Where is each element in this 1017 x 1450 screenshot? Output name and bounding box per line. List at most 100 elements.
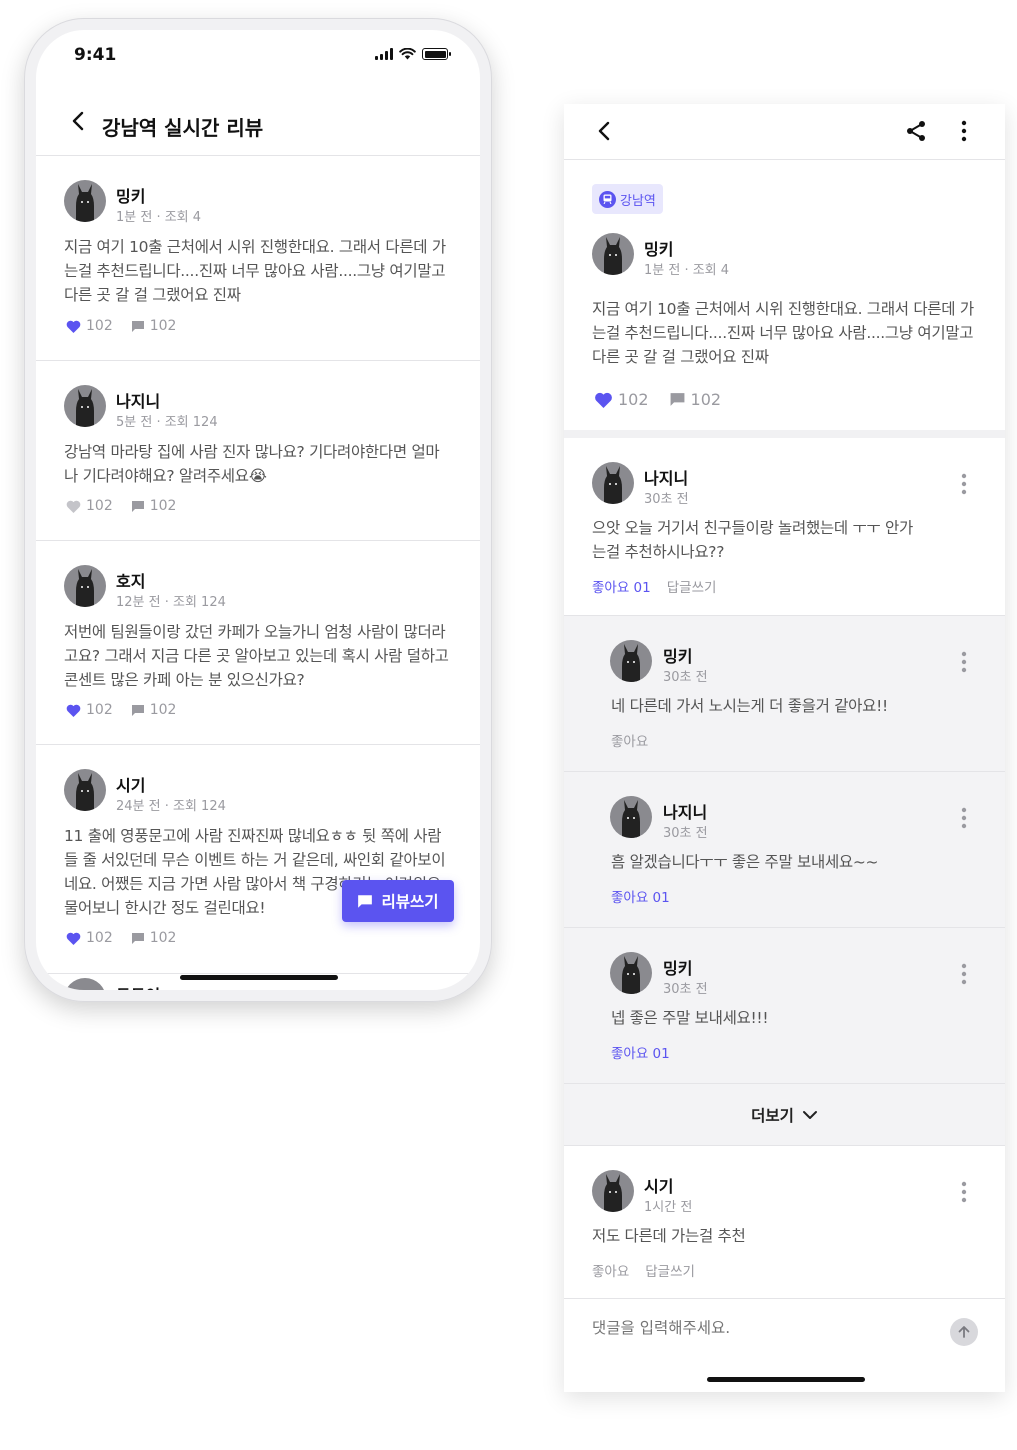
avatar	[592, 233, 634, 275]
comment-like-button[interactable]: 좋아요 01	[611, 886, 670, 906]
comment-author: 시기	[644, 1177, 674, 1196]
comment-body: 으앗 오늘 거기서 친구들이랑 놀려했는데 ㅜㅜ 안가는걸 추천하시나요??	[592, 519, 913, 561]
avatar	[64, 180, 106, 222]
like-count[interactable]: 102	[66, 930, 113, 946]
heart-icon	[66, 320, 81, 333]
comment-input-bar	[564, 1298, 1005, 1362]
more-vertical-icon[interactable]	[959, 650, 969, 674]
comment-like-button[interactable]: 좋아요 01	[592, 576, 651, 596]
avatar	[64, 978, 106, 990]
station-tag[interactable]: 강남역	[592, 184, 663, 214]
comment-time: 1시간 전	[644, 1200, 693, 1215]
avatar	[64, 385, 106, 427]
review-card[interactable]: 밍키 1분 전 · 조회 4 지금 여기 10출 근처에서 시위 진행한대요. …	[36, 156, 480, 361]
share-icon[interactable]	[904, 119, 928, 143]
comment-icon	[131, 932, 144, 944]
more-vertical-icon[interactable]	[959, 806, 969, 830]
review-card[interactable]: 나지니 5분 전 · 조회 124 강남역 마라탕 집에 사람 진자 많나요? …	[36, 361, 480, 541]
review-card[interactable]: 호지 12분 전 · 조회 124 저번에 팀원들이랑 갔던 카페가 오늘가니 …	[36, 541, 480, 745]
comment-count[interactable]: 102	[669, 390, 721, 409]
heart-icon	[66, 932, 81, 945]
avatar	[610, 952, 652, 994]
header: 강남역 실시간 리뷰	[36, 88, 480, 156]
post-meta: 1분 전 · 조회 4	[116, 210, 202, 225]
wifi-icon	[399, 48, 416, 60]
comment-icon	[131, 500, 144, 512]
comment-count[interactable]: 102	[131, 318, 176, 334]
avatar	[592, 1170, 634, 1212]
more-vertical-icon[interactable]	[959, 962, 969, 986]
post-body: 저번에 팀원들이랑 갔던 카페가 오늘가니 엄청 사람이 많더라고요? 그래서 …	[64, 623, 449, 689]
comment-like-button[interactable]: 좋아요	[611, 730, 648, 750]
comment-actions: 좋아요	[611, 730, 648, 750]
comment-input[interactable]	[592, 1319, 932, 1337]
like-count[interactable]: 102	[66, 498, 113, 514]
post-stats: 102 102	[66, 702, 176, 718]
comment-like-button[interactable]: 좋아요 01	[611, 1042, 670, 1062]
phone-frame: 9:41 강남역 실시간 리뷰 밍키 1분 전 · 조회 4 지금 여기 10출…	[24, 18, 492, 1002]
author-name: 시기	[116, 776, 146, 795]
review-card[interactable]: 시기 24분 전 · 조회 124 11 출에 영풍문고에 사람 진짜진짜 많네…	[36, 745, 480, 974]
send-button[interactable]	[950, 1318, 978, 1346]
comment-time: 30초 전	[663, 826, 708, 841]
back-arrow-icon[interactable]	[68, 110, 90, 132]
comment-body: 네 다른데 가서 노시는게 더 좋을거 같아요!!	[611, 697, 888, 715]
comment-item: 나지니 30초 전 으앗 오늘 거기서 친구들이랑 놀려했는데 ㅜㅜ 안가는걸 …	[564, 438, 1005, 616]
chevron-down-icon	[802, 1110, 817, 1119]
more-vertical-icon[interactable]	[959, 1180, 969, 1204]
subway-icon	[599, 190, 616, 208]
post-body: 강남역 마라탕 집에 사람 진자 많나요? 기다려야한다면 얼마나 기다려야해요…	[64, 443, 440, 485]
comment-item: 시기 1시간 전 저도 다른데 가는걸 추천 좋아요 답글쓰기	[564, 1146, 1005, 1298]
avatar	[610, 640, 652, 682]
signal-icon	[375, 48, 393, 60]
comment-icon	[358, 894, 373, 908]
avatar	[64, 769, 106, 811]
author-name: 나지니	[116, 392, 161, 411]
post-body: 지금 여기 10출 근처에서 시위 진행한대요. 그래서 다른데 가는걸 추천드…	[64, 238, 446, 304]
avatar	[592, 462, 634, 504]
arrow-up-icon	[958, 1326, 970, 1338]
status-icons	[375, 48, 451, 60]
section-divider	[564, 430, 1005, 438]
author-name: 두두이	[116, 982, 160, 990]
comment-icon	[670, 393, 684, 406]
reply-button[interactable]: 답글쓰기	[645, 1260, 695, 1280]
comment-body: 넵 좋은 주말 보내세요!!!	[611, 1009, 769, 1027]
detail-header	[564, 104, 1005, 160]
status-bar: 9:41	[36, 30, 480, 86]
comment-count[interactable]: 102	[131, 702, 176, 718]
post-stats: 102 102	[594, 390, 721, 409]
feed-screen: 9:41 강남역 실시간 리뷰 밍키 1분 전 · 조회 4 지금 여기 10출…	[36, 30, 480, 990]
write-review-button[interactable]: 리뷰쓰기	[342, 880, 454, 922]
comment-actions: 좋아요 답글쓰기	[592, 1260, 695, 1280]
reply-button[interactable]: 답글쓰기	[667, 576, 717, 596]
battery-icon	[422, 48, 451, 60]
back-arrow-icon[interactable]	[594, 120, 616, 142]
more-vertical-icon[interactable]	[959, 472, 969, 496]
comment-icon	[131, 704, 144, 716]
author-name: 호지	[116, 572, 146, 591]
comment-count[interactable]: 102	[131, 498, 176, 514]
comment-icon	[131, 320, 144, 332]
post-meta: 12분 전 · 조회 124	[116, 595, 226, 610]
comment-author: 나지니	[644, 469, 689, 488]
comment-time: 30초 전	[663, 670, 708, 685]
reply-item: 밍키 30초 전 넵 좋은 주말 보내세요!!! 좋아요 01	[564, 928, 1005, 1084]
post-meta: 24분 전 · 조회 124	[116, 799, 226, 814]
comment-like-button[interactable]: 좋아요	[592, 1260, 629, 1280]
post-meta: 1분 전 · 조회 4	[644, 263, 730, 278]
like-count[interactable]: 102	[66, 702, 113, 718]
load-more-button[interactable]: 더보기	[564, 1084, 1005, 1146]
like-button[interactable]: 102	[594, 390, 649, 409]
comment-body: 흠 알겠습니다ㅜㅜ 좋은 주말 보내세요~~	[611, 853, 879, 871]
station-tag-label: 강남역	[620, 193, 656, 209]
more-vertical-icon[interactable]	[956, 119, 972, 143]
status-time: 9:41	[74, 45, 117, 65]
comment-author: 밍키	[663, 647, 693, 666]
comment-actions: 좋아요 01 답글쓰기	[592, 576, 716, 596]
heart-icon	[66, 500, 81, 513]
comment-count[interactable]: 102	[131, 930, 176, 946]
heart-icon	[66, 704, 81, 717]
post-stats: 102 102	[66, 318, 176, 334]
like-count[interactable]: 102	[66, 318, 113, 334]
